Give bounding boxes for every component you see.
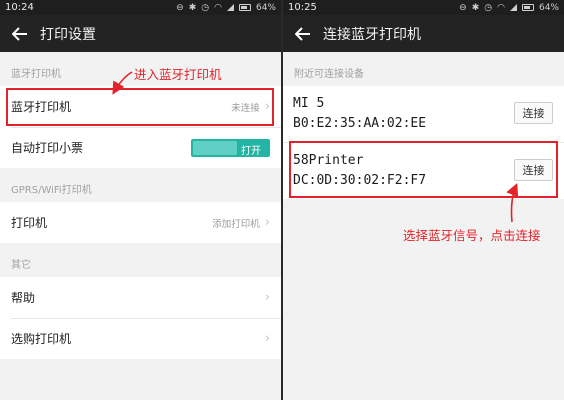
row-label: 帮助 — [11, 291, 36, 305]
back-button[interactable] — [0, 15, 40, 52]
signal-icon — [509, 4, 517, 11]
wifi-icon: ◠ — [214, 2, 222, 13]
status-time: 10:24 — [5, 2, 34, 13]
chevron-right-icon: › — [264, 290, 270, 305]
alarm-icon: ◷ — [201, 2, 210, 13]
toggle-label: 打开 — [241, 145, 261, 157]
alarm-icon: ◷ — [484, 2, 493, 13]
row-label: 自动打印小票 — [11, 141, 84, 155]
highlight-box — [6, 88, 274, 126]
left-screen: 10:24 ⊖ ✱ ◷ ◠ 64% 打印设置 蓝牙打印机 蓝牙打印机 未连接 ›… — [0, 0, 281, 400]
annotation-text: 选择蓝牙信号，点击连接 — [403, 228, 541, 243]
battery-percent: 64% — [538, 2, 559, 13]
toolbar: 连接蓝牙打印机 — [283, 15, 564, 52]
mute-icon: ⊖ — [459, 2, 467, 13]
status-bar: 10:25 ⊖ ✱ ◷ ◠ 64% — [283, 0, 564, 15]
back-arrow-icon — [295, 26, 310, 41]
toggle-knob — [193, 140, 237, 155]
bluetooth-icon: ✱ — [188, 2, 197, 13]
status-time: 10:25 — [288, 2, 317, 13]
auto-print-row: 自动打印小票 打开 — [0, 127, 281, 168]
printer-row[interactable]: 打印机 添加打印机 › — [0, 202, 281, 243]
section-header-nearby: 附近可连接设备 — [294, 69, 364, 80]
row-label: 选购打印机 — [11, 332, 72, 346]
connect-button[interactable]: 连接 — [514, 102, 553, 124]
chevron-right-icon: › — [264, 215, 270, 230]
battery-icon — [521, 4, 534, 11]
help-row[interactable]: 帮助 › — [0, 277, 281, 318]
annotation-text: 进入蓝牙打印机 — [134, 67, 222, 82]
toolbar: 打印设置 — [0, 15, 281, 52]
bluetooth-icon: ✱ — [471, 2, 480, 13]
row-label: 打印机 — [11, 216, 48, 230]
add-printer-hint: 添加打印机 — [212, 218, 260, 230]
right-screen: 10:25 ⊖ ✱ ◷ ◠ 64% 连接蓝牙打印机 附近可连接设备 MI 5 B… — [283, 0, 564, 400]
page-title: 连接蓝牙打印机 — [323, 26, 421, 43]
battery-icon — [238, 4, 251, 11]
wifi-icon: ◠ — [497, 2, 505, 13]
signal-icon — [226, 4, 234, 11]
section-header-other: 其它 — [11, 260, 31, 271]
buy-printer-row[interactable]: 选购打印机 › — [0, 318, 281, 359]
section-header-gprs-wifi: GPRS/WiFi打印机 — [11, 185, 92, 196]
battery-percent: 64% — [255, 2, 276, 13]
auto-print-toggle[interactable]: 打开 — [191, 138, 270, 157]
chevron-right-icon: › — [264, 331, 270, 346]
status-bar: 10:24 ⊖ ✱ ◷ ◠ 64% — [0, 0, 281, 15]
mute-icon: ⊖ — [176, 2, 184, 13]
page-title: 打印设置 — [40, 26, 96, 43]
device-row[interactable]: MI 5 B0:E2:35:AA:02:EE 连接 — [283, 86, 564, 142]
highlight-box — [289, 141, 558, 198]
back-arrow-icon — [12, 26, 27, 41]
back-button[interactable] — [283, 15, 323, 52]
